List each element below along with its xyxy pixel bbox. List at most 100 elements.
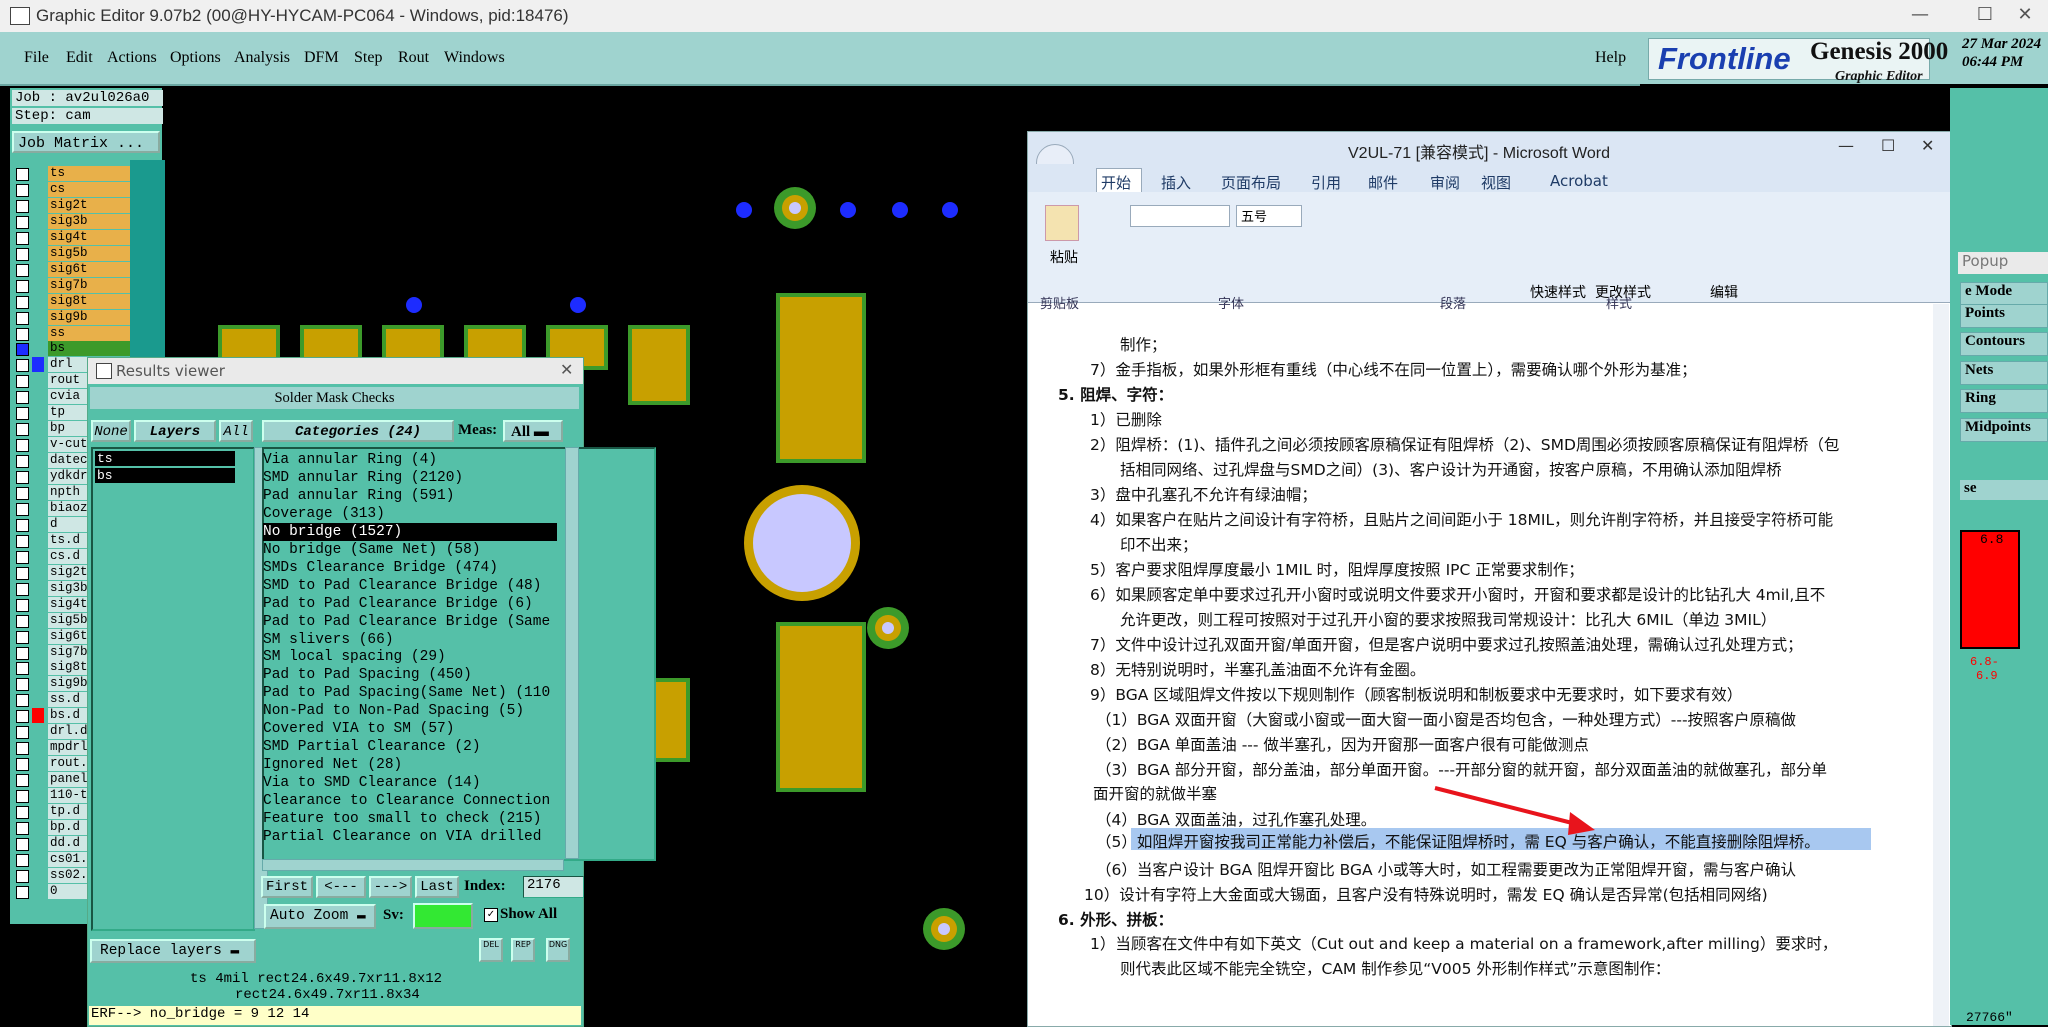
first-button[interactable]: First: [261, 876, 313, 898]
layer-name[interactable]: bs: [48, 341, 130, 357]
popup-item[interactable]: Nets: [1960, 361, 2048, 385]
ribbon-tab[interactable]: 页面布局: [1221, 172, 1281, 193]
category-item[interactable]: Pad to Pad Spacing (450): [263, 666, 558, 684]
layer-row[interactable]: sig3b: [12, 213, 130, 229]
layer-checkbox[interactable]: [16, 806, 29, 819]
layer-checkbox[interactable]: [16, 343, 29, 357]
layer-checkbox[interactable]: [16, 742, 29, 756]
word-maximize[interactable]: ☐: [1881, 136, 1895, 155]
ribbon-tab[interactable]: 引用: [1311, 172, 1341, 193]
layer-checkbox[interactable]: [16, 678, 29, 692]
menu-options[interactable]: Options: [170, 49, 221, 67]
layers-button[interactable]: Layers: [134, 420, 216, 442]
close-button[interactable]: ✕: [2005, 4, 2045, 26]
layer-checkbox[interactable]: [16, 502, 29, 516]
category-item[interactable]: SMDs Clearance Bridge (474): [263, 559, 558, 577]
layer-row[interactable]: ss: [12, 325, 130, 341]
category-item[interactable]: Pad to Pad Clearance Bridge (6): [263, 595, 558, 613]
menu-file[interactable]: File: [24, 49, 49, 67]
next-button[interactable]: --->: [369, 876, 412, 898]
category-item[interactable]: Via annular Ring (4): [263, 451, 558, 469]
layer-row[interactable]: sig9b: [12, 309, 130, 325]
category-item[interactable]: Coverage (313): [263, 505, 558, 523]
paste-icon[interactable]: [1045, 205, 1079, 241]
none-button[interactable]: None: [91, 420, 131, 442]
replace-layers-select[interactable]: Replace layers ▬: [90, 939, 256, 963]
layer-checkbox[interactable]: [16, 407, 29, 421]
ribbon-tab[interactable]: Acrobat: [1550, 172, 1608, 190]
layer-checkbox[interactable]: [16, 694, 29, 708]
layer-name[interactable]: ts: [48, 166, 130, 181]
menu-edit[interactable]: Edit: [66, 49, 93, 67]
category-item[interactable]: No bridge (1527): [263, 522, 557, 541]
show-all-checkbox[interactable]: ✓: [484, 908, 498, 922]
layer-checkbox[interactable]: [16, 821, 29, 835]
layer-checkbox[interactable]: [16, 646, 29, 660]
layer-name[interactable]: sig7b: [48, 277, 130, 293]
ribbon-tab[interactable]: 开始: [1101, 172, 1131, 193]
category-item[interactable]: SMD annular Ring (2120): [263, 469, 558, 487]
layer-name[interactable]: sig9b: [48, 309, 130, 325]
layer-checkbox[interactable]: [16, 869, 29, 883]
auto-zoom-select[interactable]: Auto Zoom ▬: [264, 904, 376, 929]
layer-checkbox[interactable]: [16, 168, 29, 181]
menu-analysis[interactable]: Analysis: [234, 49, 290, 67]
ribbon-tab[interactable]: 邮件: [1368, 172, 1398, 193]
category-item[interactable]: Pad to Pad Spacing(Same Net) (110: [263, 684, 558, 702]
vertical-scrollbar[interactable]: [1933, 304, 1949, 1026]
layer-checkbox[interactable]: [16, 774, 29, 788]
minimize-button[interactable]: —: [1900, 4, 1940, 26]
layer-name[interactable]: sig8t: [48, 293, 130, 309]
layer-name[interactable]: sig4t: [48, 229, 130, 245]
meas-select[interactable]: All ▬: [503, 420, 563, 442]
category-item[interactable]: Pad annular Ring (591): [263, 487, 558, 505]
ribbon-tab[interactable]: 审阅: [1430, 172, 1460, 193]
layer-checkbox[interactable]: [16, 582, 29, 596]
category-item[interactable]: SM local spacing (29): [263, 648, 558, 666]
all-button[interactable]: All: [219, 420, 253, 442]
index-input[interactable]: 2176: [523, 876, 584, 898]
layer-checkbox[interactable]: [16, 391, 29, 405]
popup-item[interactable]: Midpoints: [1960, 418, 2048, 442]
edit-label[interactable]: 编辑: [1710, 282, 1738, 302]
layer-checkbox[interactable]: [16, 231, 29, 245]
quick-style-label[interactable]: 快速样式: [1530, 282, 1586, 302]
layer-checkbox[interactable]: [16, 263, 29, 277]
menu-dfm[interactable]: DFM: [304, 49, 339, 67]
layer-checkbox[interactable]: [16, 215, 29, 229]
font-size-select[interactable]: 五号: [1236, 205, 1302, 227]
layer-name[interactable]: sig3b: [48, 213, 130, 229]
category-item[interactable]: No bridge (Same Net) (58): [263, 541, 558, 559]
layer-checkbox[interactable]: [16, 327, 29, 341]
category-item[interactable]: SMD to Pad Clearance Bridge (48): [263, 577, 558, 595]
layer-checkbox[interactable]: [16, 295, 29, 309]
close-icon[interactable]: ✕: [560, 360, 573, 379]
layer-row[interactable]: sig7b: [12, 277, 130, 293]
layer-name[interactable]: cs: [48, 181, 130, 197]
category-item[interactable]: Partial Clearance on VIA drilled: [263, 828, 558, 846]
category-item[interactable]: Via to SMD Clearance (14): [263, 774, 558, 792]
prev-button[interactable]: <---: [316, 876, 366, 898]
layer-checkbox[interactable]: [16, 439, 29, 453]
layer-checkbox[interactable]: [16, 471, 29, 485]
layer-checkbox[interactable]: [16, 375, 29, 389]
category-scrollbar[interactable]: [565, 447, 579, 859]
popup-item[interactable]: e Mode: [1960, 282, 2048, 306]
ribbon-tab[interactable]: 视图: [1481, 172, 1511, 193]
layer-checkbox[interactable]: [16, 455, 29, 469]
layer-row[interactable]: sig5b: [12, 245, 130, 261]
category-item[interactable]: Non-Pad to Non-Pad Spacing (5): [263, 702, 558, 720]
layer-name[interactable]: ss: [48, 325, 130, 341]
menu-actions[interactable]: Actions: [107, 49, 157, 67]
menu-windows[interactable]: Windows: [444, 49, 505, 67]
danger-icon[interactable]: DNG: [546, 938, 570, 962]
layer-row[interactable]: sig2t: [12, 197, 130, 213]
layer-item[interactable]: bs: [95, 468, 235, 483]
layer-checkbox[interactable]: [16, 183, 29, 197]
layer-row[interactable]: sig4t: [12, 229, 130, 245]
layer-listbox[interactable]: ts bs: [91, 447, 255, 931]
layer-checkbox[interactable]: [16, 487, 29, 500]
layer-checkbox[interactable]: [16, 550, 29, 564]
category-hscrollbar[interactable]: [262, 859, 564, 871]
layer-checkbox[interactable]: [16, 662, 29, 676]
